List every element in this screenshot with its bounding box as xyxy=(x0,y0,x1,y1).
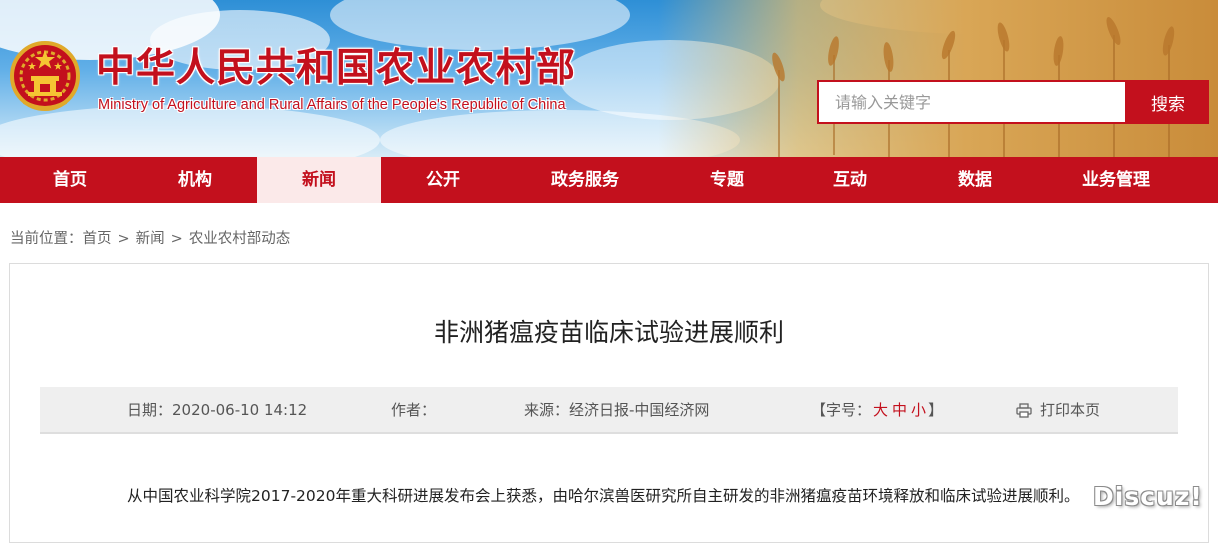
breadcrumb-separator: > xyxy=(170,231,183,247)
cloud-decoration xyxy=(330,0,630,50)
nav-item-business-management[interactable]: 业务管理 xyxy=(1056,157,1176,203)
author-label: 作者： xyxy=(391,401,437,419)
source-value: 经济日报-中国经济网 xyxy=(569,401,710,419)
font-size-label: 【字号： xyxy=(811,401,872,419)
font-size-large-link[interactable]: 大 xyxy=(871,401,890,419)
nav-item-public[interactable]: 公开 xyxy=(390,157,496,203)
article-date: 日期：2020-06-10 14:12 xyxy=(127,387,307,433)
article-author: 作者： xyxy=(391,387,436,433)
main-nav: 首页 机构 新闻 公开 政务服务 专题 互动 数据 业务管理 xyxy=(0,157,1218,203)
nav-item-government-services[interactable]: 政务服务 xyxy=(525,157,645,203)
search-button[interactable]: 搜索 xyxy=(1127,80,1209,124)
nav-item-news[interactable]: 新闻 xyxy=(257,157,381,203)
breadcrumb-item-ministry-news[interactable]: 农业农村部动态 xyxy=(189,227,291,248)
date-label: 日期： xyxy=(127,401,173,419)
site-subtitle: Ministry of Agriculture and Rural Affair… xyxy=(98,97,566,113)
article-paragraph: 从中国农业科学院2017-2020年重大科研进展发布会上获悉，由哈尔滨兽医研究所… xyxy=(127,487,1080,505)
site-header: 中华人民共和国农业农村部 Ministry of Agriculture and… xyxy=(0,0,1218,157)
date-value: 2020-06-10 14:12 xyxy=(172,401,308,419)
breadcrumb-item-home[interactable]: 首页 xyxy=(83,227,112,248)
font-size-small-link[interactable]: 小 xyxy=(909,401,928,419)
print-page-link[interactable]: 打印本页 xyxy=(1016,387,1100,433)
article-source: 来源：经济日报-中国经济网 xyxy=(524,387,709,433)
national-emblem-icon xyxy=(10,41,80,111)
nav-item-topics[interactable]: 专题 xyxy=(670,157,784,203)
search-input[interactable] xyxy=(819,82,1125,122)
font-size-medium-link[interactable]: 中 xyxy=(890,401,909,419)
breadcrumb-item-news[interactable]: 新闻 xyxy=(136,227,165,248)
breadcrumb-separator: > xyxy=(117,231,130,247)
search-box xyxy=(817,80,1127,124)
font-size-close: 】 xyxy=(928,401,944,419)
breadcrumb: 当前位置：首页 > 新闻 > 农业农村部动态 xyxy=(10,227,290,249)
nav-item-interaction[interactable]: 互动 xyxy=(795,157,905,203)
nav-item-data[interactable]: 数据 xyxy=(920,157,1030,203)
source-label: 来源： xyxy=(524,401,570,419)
wheat-field-decoration xyxy=(658,0,1218,157)
nav-item-home[interactable]: 首页 xyxy=(0,157,140,203)
article-meta-bar: 日期：2020-06-10 14:12 作者： 来源：经济日报-中国经济网 【字… xyxy=(40,387,1178,434)
breadcrumb-prefix: 当前位置： xyxy=(10,231,83,247)
font-size-control: 【字号：大中小】 xyxy=(811,387,943,433)
nav-item-organization[interactable]: 机构 xyxy=(140,157,250,203)
discuz-watermark: Discuz! xyxy=(1093,482,1203,511)
printer-icon xyxy=(1016,403,1032,418)
site-title: 中华人民共和国农业农村部 xyxy=(96,45,577,91)
print-label: 打印本页 xyxy=(1040,401,1101,419)
article-title: 非洲猪瘟疫苗临床试验进展顺利 xyxy=(433,318,784,347)
